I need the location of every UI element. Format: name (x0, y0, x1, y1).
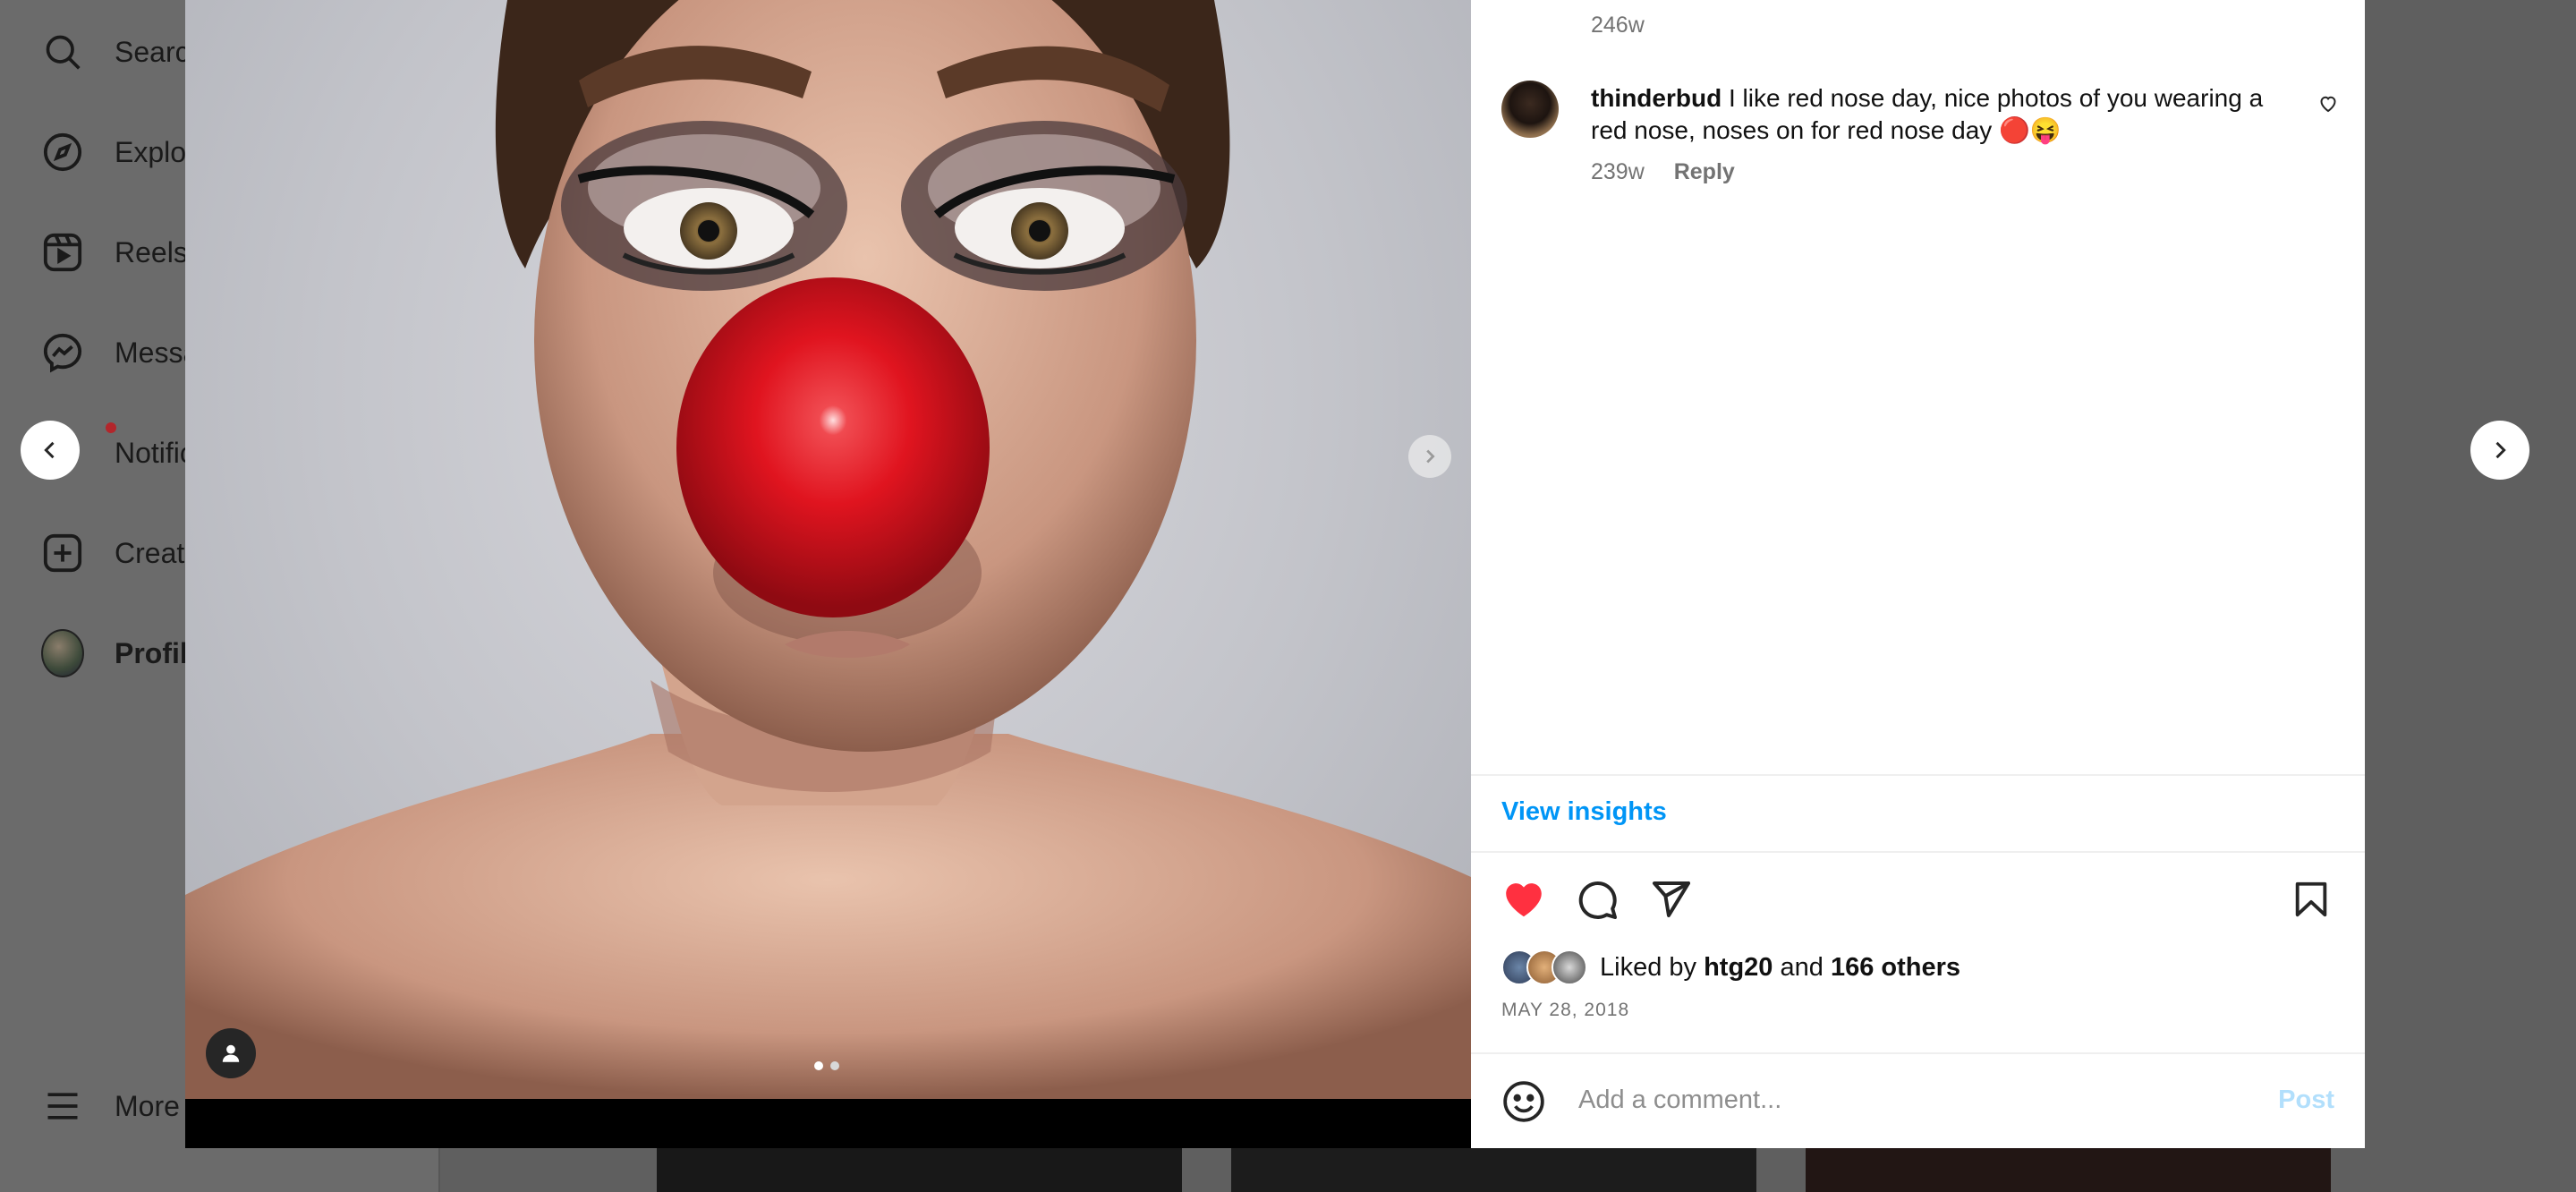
comment-timestamp: 239w (1591, 159, 1645, 184)
avatar (41, 629, 84, 677)
comment-username[interactable]: thinderbud (1591, 84, 1722, 112)
add-comment-bar: Add a comment... Post (1471, 1054, 2365, 1148)
emoji-button[interactable] (1501, 1079, 1546, 1124)
comment-timestamp: 246w (1591, 13, 1645, 38)
post-image (185, 0, 1471, 1099)
send-icon (1653, 881, 1690, 917)
sidebar-item-more[interactable]: More (41, 1079, 180, 1133)
sidebar-item-search[interactable]: Search (41, 25, 205, 79)
chevron-left-icon (44, 441, 55, 459)
bookmark-icon (2295, 881, 2327, 917)
save-button[interactable] (2289, 877, 2334, 922)
compass-icon (41, 131, 84, 174)
post-details-panel: 246w thinderbud I like red nose day, nic… (1471, 0, 2365, 1148)
messenger-icon (41, 331, 84, 374)
liker-username[interactable]: htg20 (1704, 953, 1773, 982)
likes-others-link[interactable]: 166 others (1831, 953, 1960, 982)
post-comment-button[interactable]: Post (2278, 1086, 2334, 1115)
notification-dot (106, 422, 116, 433)
tagged-users-button[interactable] (206, 1028, 256, 1078)
search-icon (41, 30, 84, 73)
divider (1471, 774, 2365, 776)
carousel-dot (814, 1061, 823, 1070)
comment-like-button[interactable] (2317, 93, 2339, 119)
sidebar-item-reels[interactable]: Reels (41, 226, 188, 279)
likes-summary: Liked by htg20 and 166 others (1501, 948, 1960, 987)
chevron-right-icon (2495, 441, 2506, 459)
red-nose (676, 277, 990, 617)
grid-thumbnail[interactable] (1231, 1148, 1756, 1192)
post-actions (1501, 877, 2334, 922)
chevron-right-icon (1426, 449, 1435, 464)
reels-icon (41, 231, 84, 274)
carousel-dots (814, 1061, 839, 1070)
emoji-icon (1503, 1081, 1544, 1122)
user-icon (222, 1044, 240, 1062)
comment-button[interactable] (1575, 877, 1620, 922)
commenter-avatar[interactable] (1501, 81, 1559, 138)
like-button[interactable] (1501, 877, 1546, 922)
grid-thumbnail[interactable] (657, 1148, 1182, 1192)
comment-input[interactable]: Add a comment... (1578, 1086, 1781, 1115)
post-modal: 246w thinderbud I like red nose day, nic… (185, 0, 2365, 1148)
previous-post-button[interactable] (21, 421, 80, 480)
sidebar-item-profile[interactable]: Profile (41, 626, 204, 680)
heart-filled-icon (1506, 883, 1542, 917)
heart-icon (2320, 96, 2336, 113)
carousel-dot (830, 1061, 839, 1070)
grid-thumbnail[interactable] (1806, 1148, 2331, 1192)
view-insights-link[interactable]: View insights (1501, 797, 1667, 827)
post-photo[interactable] (185, 0, 1471, 1099)
menu-icon (41, 1085, 84, 1128)
likes-prefix: Liked by (1600, 952, 1697, 982)
plus-square-icon (41, 532, 84, 575)
reply-button[interactable]: Reply (1674, 159, 1735, 184)
divider (1471, 851, 2365, 853)
sidebar-item-label: More (115, 1089, 180, 1122)
carousel-next-button[interactable] (1408, 435, 1451, 478)
likes-and: and (1780, 952, 1824, 982)
post-date: MAY 28, 2018 (1501, 1000, 1630, 1020)
comment-icon (1578, 881, 1617, 919)
sidebar-item-label: Reels (115, 235, 188, 268)
liker-avatar (1552, 949, 1587, 985)
sidebar-item-create[interactable]: Create (41, 526, 200, 580)
next-post-button[interactable] (2470, 421, 2529, 480)
share-button[interactable] (1648, 877, 1693, 922)
